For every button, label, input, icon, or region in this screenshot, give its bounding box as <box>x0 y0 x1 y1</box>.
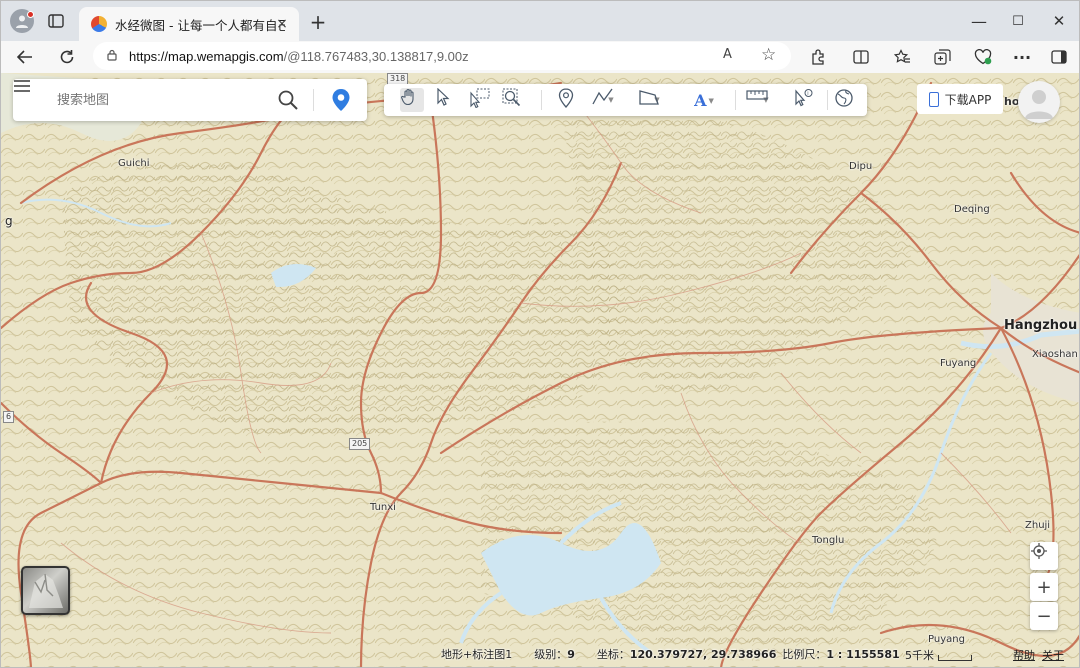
draw-line-icon[interactable]: ▼ <box>592 88 628 112</box>
identify-pointer-icon[interactable]: i <box>794 88 818 112</box>
extensions-icon[interactable] <box>806 45 830 69</box>
place-label-puyang: Puyang <box>928 634 965 645</box>
tab-title: 水经微图 - 让每一个人都有自己的 <box>115 17 285 33</box>
layer-name: 地形+标注图1 <box>441 648 513 661</box>
basemap-switch-button[interactable] <box>21 566 70 615</box>
place-marker-icon[interactable] <box>558 88 580 112</box>
place-label-xiaoshan: Xiaoshan <box>1032 349 1078 360</box>
add-text-icon[interactable]: A ▼ <box>686 88 722 112</box>
zoom-level-value: 9 <box>567 647 575 661</box>
locate-me-button[interactable] <box>1030 542 1058 570</box>
search-icon[interactable] <box>277 89 299 111</box>
browser-essentials-icon[interactable] <box>971 45 995 69</box>
download-app-label: 下载APP <box>944 92 992 107</box>
address-bar[interactable]: https://map.wemapgis.com/@118.767483,30.… <box>93 42 791 70</box>
window-maximize-button[interactable]: ☐ <box>1006 9 1030 33</box>
profile-notification-dot <box>27 11 34 18</box>
favorites-icon[interactable] <box>890 45 914 69</box>
zoom-out-button[interactable]: − <box>1030 602 1058 630</box>
new-tab-button[interactable]: + <box>307 10 329 34</box>
place-label-guichi: Guichi <box>118 158 150 169</box>
globe-icon[interactable] <box>834 88 858 112</box>
edge-sidebar-icon[interactable] <box>1047 45 1071 69</box>
collections-icon[interactable] <box>930 45 954 69</box>
measure-ruler-icon[interactable]: ▼ <box>746 88 784 112</box>
pan-hand-icon[interactable] <box>400 88 424 112</box>
more-menu-icon[interactable]: ··· <box>1010 45 1034 69</box>
active-tab[interactable]: 水经微图 - 让每一个人都有自己的 × <box>79 7 299 41</box>
place-label-zhuji: Zhuji <box>1025 520 1051 531</box>
zoom-in-button[interactable]: + <box>1030 573 1058 601</box>
read-aloud-icon[interactable]: A <box>723 47 732 62</box>
zoom-level-label: 级别： <box>534 648 568 661</box>
browser-window: 水经微图 - 让每一个人都有自己的 × + — ☐ ✕ https://map.… <box>0 0 1080 668</box>
lock-icon[interactable] <box>107 49 117 64</box>
phone-icon <box>928 91 939 107</box>
toolbar-divider <box>541 90 542 110</box>
search-box <box>13 79 367 121</box>
tab-strip: 水经微图 - 让每一个人都有自己的 × + — ☐ ✕ <box>1 1 1079 41</box>
select-arrow-icon[interactable] <box>436 88 456 112</box>
map-canvas[interactable]: Guichi Dipu Deqing Hangzhou Xiaoshan Fuy… <box>1 73 1079 667</box>
favorite-star-icon[interactable]: ☆ <box>761 45 776 65</box>
scale-bar: 5千米 <box>905 647 972 663</box>
toolbar-divider <box>735 90 736 110</box>
map-status-bar: 地形+标注图1 级别： 9 坐标： 120.379727, 29.738966 … <box>441 645 900 663</box>
back-button[interactable] <box>13 45 37 69</box>
scale-bar-label: 5千米 <box>905 649 934 662</box>
place-label-partial-left: g <box>5 214 13 228</box>
url-text: https://map.wemapgis.com/@118.767483,30.… <box>129 49 469 64</box>
place-label-tonglu: Tonglu <box>812 535 845 546</box>
site-favicon-icon <box>91 16 107 32</box>
user-avatar[interactable] <box>1018 81 1060 123</box>
url-path: /@118.767483,30.138817,9.00z <box>283 48 469 64</box>
place-label-hangzhou: Hangzhou <box>1004 318 1078 333</box>
toolbar-divider <box>827 90 828 110</box>
navigation-bar: https://map.wemapgis.com/@118.767483,30.… <box>1 41 1079 73</box>
scale-value: 1 : 1155581 <box>826 647 900 661</box>
highway-shield-205: 205 <box>349 438 371 450</box>
map-toolbar: ▼ ▼ A ▼ ▼ i <box>384 84 867 116</box>
highway-shield-6: 6 <box>3 411 15 423</box>
search-divider <box>313 89 314 111</box>
scale-bar-line <box>938 655 972 661</box>
coordinate-value: 120.379727, 29.738966 <box>629 647 777 661</box>
coordinate-label: 坐标： <box>596 648 630 661</box>
draw-polygon-icon[interactable]: ▼ <box>638 88 674 112</box>
svg-text:i: i <box>807 91 808 97</box>
location-pin-icon[interactable] <box>331 88 353 112</box>
place-label-dipu: Dipu <box>849 161 873 172</box>
split-screen-icon[interactable] <box>849 45 873 69</box>
tab-close-icon[interactable]: × <box>273 15 291 33</box>
search-input[interactable] <box>57 92 277 108</box>
place-label-fuyang: Fuyang <box>940 358 977 369</box>
about-link[interactable]: 关于 <box>1042 647 1064 663</box>
window-minimize-button[interactable]: — <box>967 9 991 33</box>
download-app-button[interactable]: 下载APP <box>917 84 1003 114</box>
zoom-area-icon[interactable] <box>502 88 526 112</box>
box-select-icon[interactable] <box>468 88 492 112</box>
place-label-tunxi: Tunxi <box>370 502 396 513</box>
window-close-button[interactable]: ✕ <box>1047 9 1071 33</box>
reload-button[interactable] <box>55 45 79 69</box>
url-host: https://map.wemapgis.com <box>129 48 284 64</box>
scale-label: 比例尺： <box>782 648 827 661</box>
map-terrain <box>1 73 1079 667</box>
help-link[interactable]: 帮助 <box>1013 647 1035 663</box>
tab-actions-icon[interactable] <box>45 10 67 32</box>
place-label-deqing: Deqing <box>954 204 990 215</box>
